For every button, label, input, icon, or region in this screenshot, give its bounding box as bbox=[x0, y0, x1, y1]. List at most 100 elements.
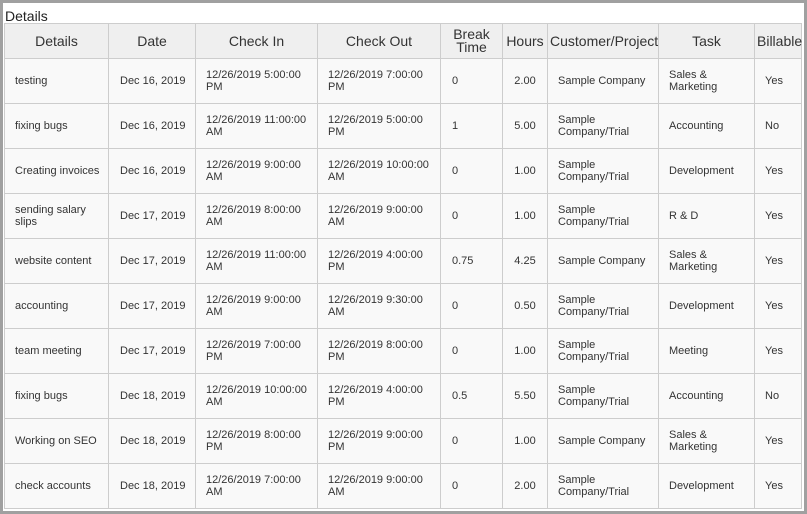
table-body: testing Dec 16, 2019 12/26/2019 5:00:00 PM… bbox=[4, 58, 802, 509]
cell-check-out: 12/26/2019 9:00:00 AM bbox=[317, 463, 441, 509]
cell-check-in: 12/26/2019 7:00:00 AM bbox=[195, 463, 318, 509]
cell-details: team meeting bbox=[4, 328, 109, 374]
cell-check-in: 12/26/2019 11:00:00 AM bbox=[195, 238, 318, 284]
cell-billable: Yes bbox=[754, 418, 802, 464]
cell-check-in: 12/26/2019 9:00:00 AM bbox=[195, 148, 318, 194]
cell-check-in: 12/26/2019 7:00:00 PM bbox=[195, 328, 318, 374]
cell-billable: Yes bbox=[754, 193, 802, 239]
cell-customer-project: Sample Company bbox=[547, 418, 659, 464]
cell-date: Dec 16, 2019 bbox=[108, 148, 196, 194]
cell-customer-project: Sample Company/Trial bbox=[547, 193, 659, 239]
cell-check-out: 12/26/2019 5:00:00 PM bbox=[317, 103, 441, 149]
cell-date: Dec 17, 2019 bbox=[108, 283, 196, 329]
column-header-check-out[interactable]: Check Out bbox=[317, 23, 441, 59]
cell-date: Dec 17, 2019 bbox=[108, 328, 196, 374]
cell-check-in: 12/26/2019 9:00:00 AM bbox=[195, 283, 318, 329]
column-header-details[interactable]: Details bbox=[4, 23, 109, 59]
cell-task: Sales & Marketing bbox=[658, 238, 755, 284]
cell-details: Working on SEO bbox=[4, 418, 109, 464]
cell-check-in: 12/26/2019 11:00:00 AM bbox=[195, 103, 318, 149]
table-row[interactable]: Creating invoices Dec 16, 2019 12/26/2019 … bbox=[4, 148, 802, 194]
cell-check-out: 12/26/2019 8:00:00 PM bbox=[317, 328, 441, 374]
cell-date: Dec 18, 2019 bbox=[108, 418, 196, 464]
table-row[interactable]: testing Dec 16, 2019 12/26/2019 5:00:00 PM… bbox=[4, 58, 802, 104]
cell-hours: 1.00 bbox=[502, 193, 548, 239]
cell-customer-project: Sample Company/Trial bbox=[547, 373, 659, 419]
cell-date: Dec 16, 2019 bbox=[108, 58, 196, 104]
cell-hours: 5.50 bbox=[502, 373, 548, 419]
cell-details: testing bbox=[4, 58, 109, 104]
column-header-task[interactable]: Task bbox=[658, 23, 755, 59]
cell-details: fixing bugs bbox=[4, 373, 109, 419]
table-row[interactable]: accounting Dec 17, 2019 12/26/2019 9:00:00… bbox=[4, 283, 802, 329]
column-header-customer-project[interactable]: Customer/Project bbox=[547, 23, 659, 59]
cell-hours: 2.00 bbox=[502, 58, 548, 104]
cell-break-time: 0 bbox=[440, 328, 503, 374]
cell-check-in: 12/26/2019 5:00:00 PM bbox=[195, 58, 318, 104]
cell-task: Development bbox=[658, 148, 755, 194]
cell-date: Dec 16, 2019 bbox=[108, 103, 196, 149]
table-row[interactable]: team meeting Dec 17, 2019 12/26/2019 7:00:… bbox=[4, 328, 802, 374]
cell-check-out: 12/26/2019 10:00:00 AM bbox=[317, 148, 441, 194]
table-row[interactable]: sending salary slips Dec 17, 2019 12/26/20… bbox=[4, 193, 802, 239]
cell-task: Development bbox=[658, 283, 755, 329]
table-row[interactable]: website content Dec 17, 2019 12/26/2019 11… bbox=[4, 238, 802, 284]
table-row[interactable]: fixing bugs Dec 18, 2019 12/26/2019 10:00:… bbox=[4, 373, 802, 419]
table-row[interactable]: check accounts Dec 18, 2019 12/26/2019 7:0… bbox=[4, 463, 802, 509]
cell-task: Sales & Marketing bbox=[658, 418, 755, 464]
cell-customer-project: Sample Company/Trial bbox=[547, 103, 659, 149]
column-header-billable[interactable]: Billable bbox=[754, 23, 802, 59]
cell-billable: Yes bbox=[754, 58, 802, 104]
cell-details: fixing bugs bbox=[4, 103, 109, 149]
cell-billable: No bbox=[754, 103, 802, 149]
table-row[interactable]: fixing bugs Dec 16, 2019 12/26/2019 11:00:… bbox=[4, 103, 802, 149]
cell-break-time: 0 bbox=[440, 283, 503, 329]
cell-task: Meeting bbox=[658, 328, 755, 374]
cell-break-time: 0 bbox=[440, 463, 503, 509]
cell-task: Sales & Marketing bbox=[658, 58, 755, 104]
cell-hours: 0.50 bbox=[502, 283, 548, 329]
cell-break-time: 0.75 bbox=[440, 238, 503, 284]
cell-details: check accounts bbox=[4, 463, 109, 509]
cell-date: Dec 17, 2019 bbox=[108, 238, 196, 284]
column-header-check-in[interactable]: Check In bbox=[195, 23, 318, 59]
cell-check-in: 12/26/2019 8:00:00 PM bbox=[195, 418, 318, 464]
table-row[interactable]: Working on SEO Dec 18, 2019 12/26/2019 8:0… bbox=[4, 418, 802, 464]
cell-customer-project: Sample Company/Trial bbox=[547, 148, 659, 194]
details-panel: Details Details Date Check In Check Out … bbox=[3, 3, 804, 511]
cell-hours: 2.00 bbox=[502, 463, 548, 509]
column-header-date[interactable]: Date bbox=[108, 23, 196, 59]
cell-hours: 4.25 bbox=[502, 238, 548, 284]
cell-details: Creating invoices bbox=[4, 148, 109, 194]
column-header-break-time[interactable]: Break Time bbox=[440, 23, 503, 59]
cell-check-out: 12/26/2019 9:00:00 PM bbox=[317, 418, 441, 464]
cell-date: Dec 17, 2019 bbox=[108, 193, 196, 239]
cell-hours: 1.00 bbox=[502, 328, 548, 374]
column-header-hours[interactable]: Hours bbox=[502, 23, 548, 59]
cell-break-time: 0 bbox=[440, 418, 503, 464]
cell-task: Development bbox=[658, 463, 755, 509]
cell-break-time: 0.5 bbox=[440, 373, 503, 419]
cell-check-out: 12/26/2019 9:30:00 AM bbox=[317, 283, 441, 329]
details-table: Details Date Check In Check Out Break Ti… bbox=[4, 23, 802, 509]
cell-date: Dec 18, 2019 bbox=[108, 373, 196, 419]
cell-check-in: 12/26/2019 8:00:00 AM bbox=[195, 193, 318, 239]
cell-break-time: 1 bbox=[440, 103, 503, 149]
cell-task: Accounting bbox=[658, 103, 755, 149]
cell-customer-project: Sample Company/Trial bbox=[547, 328, 659, 374]
cell-date: Dec 18, 2019 bbox=[108, 463, 196, 509]
cell-hours: 1.00 bbox=[502, 418, 548, 464]
cell-hours: 1.00 bbox=[502, 148, 548, 194]
cell-hours: 5.00 bbox=[502, 103, 548, 149]
cell-break-time: 0 bbox=[440, 148, 503, 194]
cell-billable: Yes bbox=[754, 328, 802, 374]
cell-task: Accounting bbox=[658, 373, 755, 419]
cell-check-out: 12/26/2019 4:00:00 PM bbox=[317, 238, 441, 284]
cell-billable: Yes bbox=[754, 238, 802, 284]
cell-check-out: 12/26/2019 4:00:00 PM bbox=[317, 373, 441, 419]
cell-check-in: 12/26/2019 10:00:00 AM bbox=[195, 373, 318, 419]
cell-billable: Yes bbox=[754, 283, 802, 329]
cell-customer-project: Sample Company bbox=[547, 238, 659, 284]
panel-title: Details bbox=[5, 8, 48, 24]
cell-check-out: 12/26/2019 7:00:00 PM bbox=[317, 58, 441, 104]
